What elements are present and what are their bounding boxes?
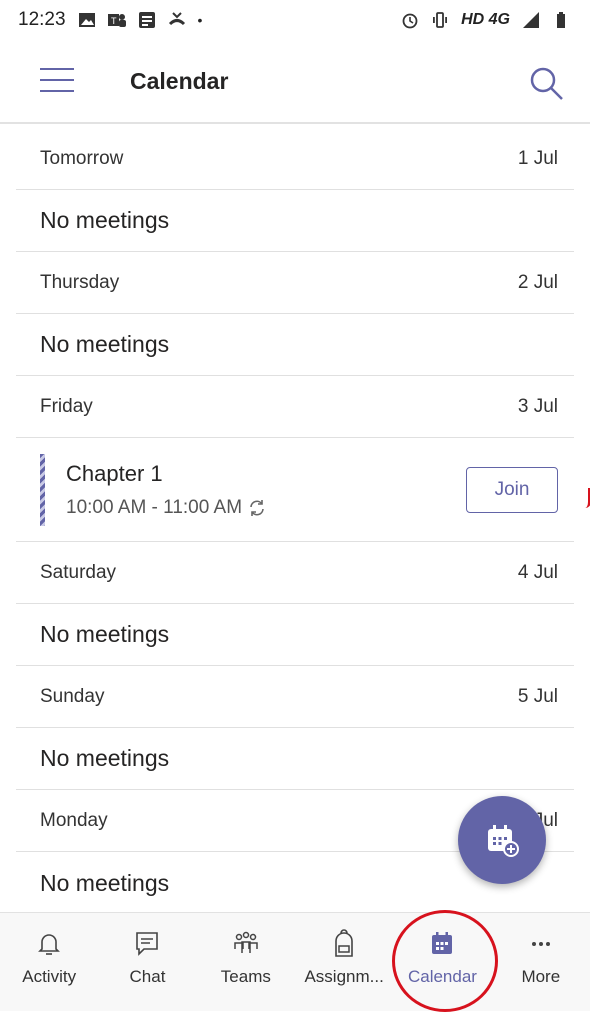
calendar-icon	[432, 932, 453, 954]
tab-calendar[interactable]: Calendar	[393, 913, 491, 1011]
status-bar: 12:23 T • HD 4G	[0, 0, 590, 40]
no-meetings-label: No meetings	[40, 745, 170, 771]
tab-chat[interactable]: Chat	[98, 913, 196, 1011]
meeting-title: Chapter 1	[66, 460, 163, 486]
no-meetings-row: No meetings	[16, 314, 574, 376]
tab-label: Assignm...	[304, 967, 384, 986]
day-label: Thursday	[40, 271, 120, 293]
meeting-color-bar	[40, 454, 45, 526]
status-left: 12:23 T •	[18, 9, 202, 31]
day-label: Saturday	[40, 561, 117, 583]
day-label: Tomorrow	[40, 147, 124, 169]
network-type: HD 4G	[461, 11, 510, 28]
page-title: Calendar	[130, 68, 229, 94]
status-time: 12:23	[18, 9, 66, 30]
bottom-tab-bar: Activity Chat Teams Assignm... Calendar …	[0, 912, 590, 1011]
tab-label: More	[521, 967, 561, 986]
day-header-saturday: Saturday 4 Jul	[16, 542, 574, 604]
app-header: Calendar	[0, 40, 590, 124]
meeting-time: 10:00 AM - 11:00 AM	[66, 496, 243, 518]
no-meetings-row: No meetings	[16, 728, 574, 790]
tab-more[interactable]: More	[492, 913, 590, 1011]
day-header-tomorrow: Tomorrow 1 Jul	[16, 128, 574, 190]
day-date: 3 Jul	[517, 395, 558, 417]
tab-teams[interactable]: Teams	[197, 913, 295, 1011]
more-icon	[531, 942, 550, 946]
backpack-icon	[335, 929, 353, 957]
no-meetings-label: No meetings	[40, 331, 170, 357]
calendar-add-icon	[488, 825, 519, 857]
svg-text:T: T	[111, 16, 117, 26]
vibrate-icon	[433, 12, 448, 28]
tab-label: Activity	[22, 967, 77, 986]
search-icon[interactable]	[526, 64, 566, 104]
gallery-icon	[78, 13, 95, 27]
tab-label: Teams	[220, 967, 271, 986]
recurring-icon	[250, 499, 264, 516]
day-label: Monday	[40, 809, 108, 831]
new-meeting-button[interactable]	[458, 796, 546, 884]
agenda-list: Tomorrow 1 Jul No meetings Thursday 2 Ju…	[16, 128, 574, 914]
tab-label: Calendar	[407, 967, 477, 986]
day-date: 1 Jul	[517, 147, 558, 169]
status-right: HD 4G	[401, 11, 570, 29]
no-meetings-row: No meetings	[16, 190, 574, 252]
day-label: Sunday	[40, 685, 105, 707]
day-date: 2 Jul	[517, 271, 558, 293]
day-header-friday: Friday 3 Jul	[16, 376, 574, 438]
meeting-item[interactable]: Chapter 1 10:00 AM - 11:00 AM Join	[16, 438, 574, 542]
bell-icon	[38, 934, 61, 955]
no-meetings-label: No meetings	[40, 207, 170, 233]
day-header-thursday: Thursday 2 Jul	[16, 252, 574, 314]
no-meetings-label: No meetings	[40, 621, 170, 647]
signal-icon	[523, 12, 539, 28]
meeting-time-row: 10:00 AM - 11:00 AM	[66, 497, 266, 519]
notification-dot: •	[197, 12, 203, 28]
teams-app-icon: T	[107, 14, 126, 27]
missed-call-icon	[168, 12, 185, 26]
join-button[interactable]: Join	[466, 466, 558, 513]
day-label: Friday	[40, 395, 93, 417]
meeting-info: Chapter 1 10:00 AM - 11:00 AM	[66, 461, 266, 519]
notes-icon	[138, 12, 155, 28]
alarm-icon	[402, 13, 418, 29]
menu-icon[interactable]	[40, 68, 74, 94]
day-header-sunday: Sunday 5 Jul	[16, 666, 574, 728]
teams-icon	[234, 931, 258, 953]
tab-label: Chat	[129, 967, 166, 986]
day-date: 4 Jul	[517, 561, 558, 583]
no-meetings-label: No meetings	[40, 869, 170, 896]
chat-icon	[136, 932, 159, 956]
tab-assignments[interactable]: Assignm...	[295, 913, 393, 1011]
battery-icon	[557, 12, 565, 28]
no-meetings-row: No meetings	[16, 604, 574, 666]
tab-activity[interactable]: Activity	[0, 913, 98, 1011]
day-date: 5 Jul	[517, 685, 558, 707]
annotation-mark	[578, 488, 590, 508]
